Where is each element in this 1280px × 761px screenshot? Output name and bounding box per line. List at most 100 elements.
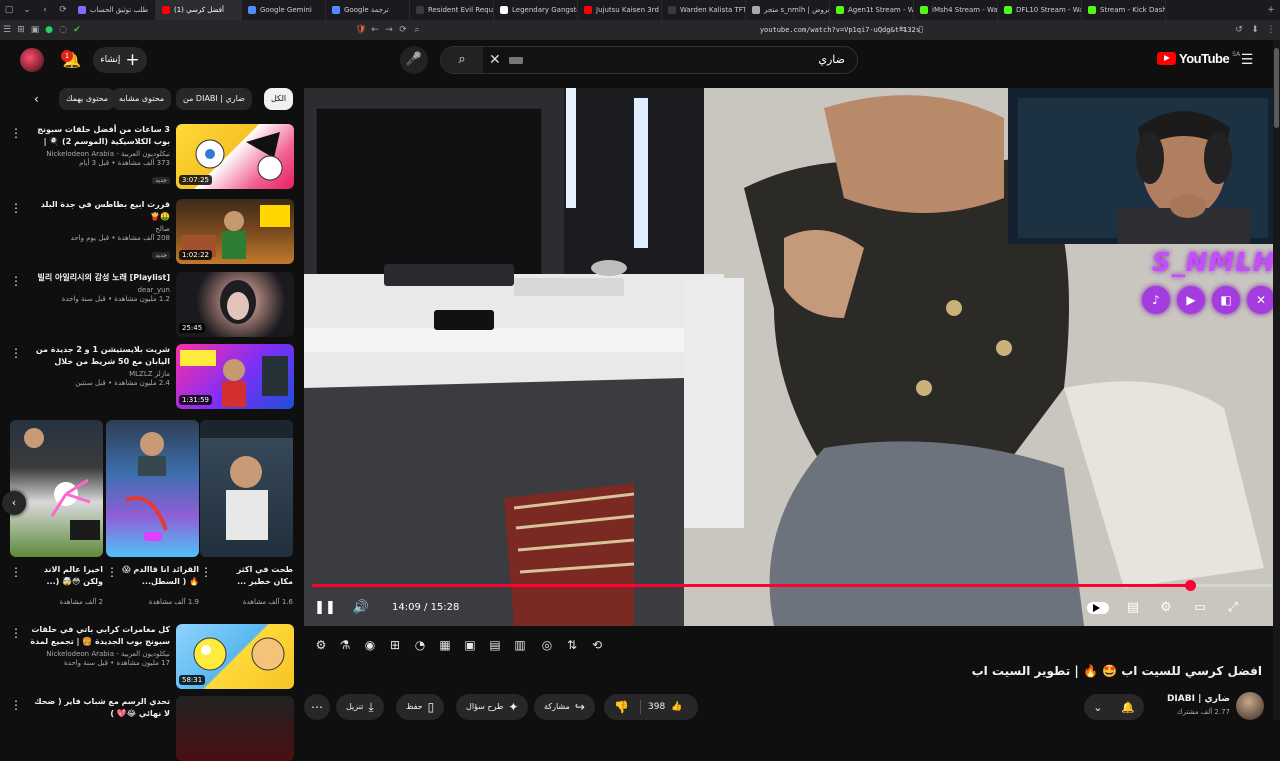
- new-tab-icon[interactable]: +: [1262, 5, 1280, 15]
- window-menu-icon[interactable]: ▢: [0, 5, 18, 15]
- theater-mode-icon[interactable]: ▭: [1189, 597, 1211, 619]
- browser-tab[interactable]: Google Gemini: [242, 0, 326, 20]
- more-actions-icon[interactable]: ⋯: [304, 694, 330, 720]
- browser-tab[interactable]: iMsh4 Stream - Watch: [914, 0, 998, 20]
- sidebar-toggle-icon[interactable]: ☰: [0, 25, 14, 35]
- voice-search-mic-icon[interactable]: 🎤: [400, 46, 428, 74]
- speed-icon[interactable]: ◔: [409, 634, 431, 656]
- secure-icon[interactable]: ✔: [70, 25, 84, 35]
- create-button[interactable]: إنشاء +: [93, 47, 147, 73]
- video-title[interactable]: قررت ابيع بطاطس في جدة البلد 🤑🍟: [30, 199, 170, 223]
- bookmark-icon[interactable]: ▯: [914, 25, 928, 35]
- channel-name[interactable]: نيكلوديون العربية - Nickelodeon Arabia: [30, 650, 170, 658]
- short-item[interactable]: القرائد انا قاالدم 😱🔥 ( السطل... 1.9 آلف…: [106, 420, 199, 615]
- back-tab-icon[interactable]: ‹: [36, 5, 54, 15]
- video-thumbnail[interactable]: 58:31: [176, 624, 294, 689]
- youtube-logo[interactable]: YouTube SA: [1157, 51, 1240, 66]
- guide-menu-icon[interactable]: ☰: [1239, 52, 1255, 68]
- more-actions-icon[interactable]: ⋮: [10, 201, 22, 215]
- ask-button[interactable]: ✦ طرح سؤال: [456, 694, 529, 720]
- browser-tab[interactable]: DFL10 Stream - Watch: [998, 0, 1082, 20]
- keyboard-icon[interactable]: [509, 57, 523, 64]
- browser-tab[interactable]: Legendary Gangsta Rap: [494, 0, 578, 20]
- browser-tab[interactable]: Warden Kalista TFT Comp: [662, 0, 746, 20]
- channel-name[interactable]: صالح: [30, 225, 170, 233]
- browser-tab[interactable]: Google ترجمة: [326, 0, 410, 20]
- chip-related[interactable]: محتوى مشابه: [112, 88, 172, 110]
- more-actions-icon[interactable]: ⋮: [10, 565, 22, 579]
- sort-icon[interactable]: ⇅: [561, 634, 583, 656]
- volume-icon[interactable]: 🔊: [350, 597, 372, 619]
- cast-icon[interactable]: ▥: [509, 634, 531, 656]
- share-button[interactable]: ↪ مشاركة: [534, 694, 595, 720]
- add-frame-icon[interactable]: ⊞: [384, 634, 406, 656]
- short-title[interactable]: اخيرا عالم الاند ولكن 😳🤯 (...: [25, 564, 103, 588]
- short-thumbnail[interactable]: [200, 420, 293, 557]
- more-actions-icon[interactable]: ⋮: [10, 126, 22, 140]
- recommendation-item[interactable]: 25:45 [Playlist] 빌리 아일리시의 감성 노래 dear_yun…: [8, 268, 294, 337]
- fullscreen-icon[interactable]: ⤢: [1222, 597, 1244, 619]
- page-scrollbar[interactable]: [1273, 40, 1280, 720]
- short-title[interactable]: طحت في اكثر مكان خطير ...: [215, 564, 293, 588]
- short-item[interactable]: طحت في اكثر مكان خطير ... 1.6 آلف مشاهدة…: [200, 420, 293, 615]
- recommendation-item[interactable]: 1:02:22 قررت ابيع بطاطس في جدة البلد 🤑🍟 …: [8, 195, 294, 264]
- browser-tab[interactable]: Stream - Kick Dashb: [1082, 0, 1166, 20]
- browser-menu-icon[interactable]: ⋮: [1264, 25, 1278, 35]
- short-thumbnail[interactable]: [10, 420, 103, 557]
- more-actions-icon[interactable]: ⋮: [200, 565, 212, 579]
- account-avatar[interactable]: [20, 48, 44, 72]
- video-thumbnail[interactable]: [176, 696, 294, 761]
- video-player[interactable]: S_NMLH ♪ ▶ ◧ ✕ ❚❚ 🔊 14:09 / 15:28 ▤ ⚙ ▭ …: [304, 88, 1280, 626]
- browser-tab[interactable]: Jujutsu Kaisen 3rd Season: [578, 0, 662, 20]
- tab-search-icon[interactable]: ⌄: [18, 5, 36, 15]
- workspaces-icon[interactable]: ▣: [28, 25, 42, 35]
- more-actions-icon[interactable]: ⋮: [10, 698, 22, 712]
- whatsapp-icon[interactable]: ●: [42, 25, 56, 35]
- scrollbar-thumb[interactable]: [1274, 48, 1279, 128]
- autoplay-toggle[interactable]: [1087, 602, 1109, 614]
- channel-name[interactable]: ضاري | DIABI: [1162, 694, 1230, 704]
- more-actions-icon[interactable]: ⋮: [10, 274, 22, 288]
- video-thumbnail[interactable]: 3:07:25: [176, 124, 294, 189]
- picture-in-picture-icon[interactable]: ▣: [459, 634, 481, 656]
- cinema-icon[interactable]: ▦: [434, 634, 456, 656]
- reload-tab-icon[interactable]: ⟳: [54, 5, 72, 15]
- search-input[interactable]: ضاري: [818, 47, 845, 73]
- video-title[interactable]: كل مغامرات كرابي باتي في حلقات سبونج بوب…: [30, 624, 170, 648]
- video-title[interactable]: شريت بلايستيشن 1 و 2 جديدة من اليابان مع…: [30, 344, 170, 368]
- clear-search-icon[interactable]: ✕: [489, 47, 503, 73]
- channel-name[interactable]: مازلز MLZLZ: [30, 370, 170, 378]
- short-title[interactable]: القرائد انا قاالدم 😱🔥 ( السطل...: [121, 564, 199, 588]
- browser-tab[interactable]: Agen1t Stream - Watch: [830, 0, 914, 20]
- short-item[interactable]: اخيرا عالم الاند ولكن 😳🤯 (... 2 آلف مشاه…: [10, 420, 103, 615]
- recommendation-item[interactable]: 1:31:59 شريت بلايستيشن 1 و 2 جديدة من ال…: [8, 340, 294, 409]
- browser-tab[interactable]: طلب توثيق الحساب: [72, 0, 156, 20]
- chip-for-you[interactable]: محتوى يهمك: [59, 88, 116, 110]
- more-actions-icon[interactable]: ⋮: [106, 565, 118, 579]
- chip-all[interactable]: الكل: [264, 88, 294, 110]
- video-thumbnail[interactable]: 1:02:22: [176, 199, 294, 264]
- audio-icon[interactable]: ◎: [536, 634, 558, 656]
- history-icon[interactable]: ↺: [1232, 25, 1246, 35]
- save-button[interactable]: ▯ حفظ: [396, 694, 445, 720]
- recommendation-item[interactable]: 58:31 كل مغامرات كرابي باتي في حلقات سبو…: [8, 620, 294, 689]
- flask-icon[interactable]: ⚗: [334, 634, 356, 656]
- loop-icon[interactable]: ⟲: [586, 634, 608, 656]
- video-thumbnail[interactable]: 1:31:59: [176, 344, 294, 409]
- short-thumbnail[interactable]: [106, 420, 199, 557]
- chat-icon[interactable]: ◌: [56, 25, 70, 35]
- browser-tab[interactable]: (1) أفضل كرسي: [156, 0, 242, 20]
- screenshot-icon[interactable]: ◉: [359, 634, 381, 656]
- video-thumbnail[interactable]: 25:45: [176, 272, 294, 337]
- channel-name[interactable]: dear_yun: [30, 286, 170, 294]
- browser-tab[interactable]: متجر s_nmlh | أفضل عروض: [746, 0, 830, 20]
- shorts-scroll-left-button[interactable]: ‹: [2, 491, 26, 515]
- more-actions-icon[interactable]: ⋮: [10, 626, 22, 640]
- url-text[interactable]: youtube.com/watch?v=Vp1qi7-uQdg&t=132s: [360, 26, 920, 34]
- progress-bar[interactable]: [312, 580, 1272, 591]
- channel-name[interactable]: نيكلوديون العربية - Nickelodeon Arabia: [30, 150, 170, 158]
- pause-icon[interactable]: ❚❚: [314, 597, 336, 619]
- chips-scroll-left-icon[interactable]: ‹: [34, 92, 39, 106]
- video-title[interactable]: تحدي الرسم مع شباب فاير ( ضحك لا نهائي 😂…: [30, 696, 170, 720]
- like-button[interactable]: 398 👍: [648, 694, 682, 720]
